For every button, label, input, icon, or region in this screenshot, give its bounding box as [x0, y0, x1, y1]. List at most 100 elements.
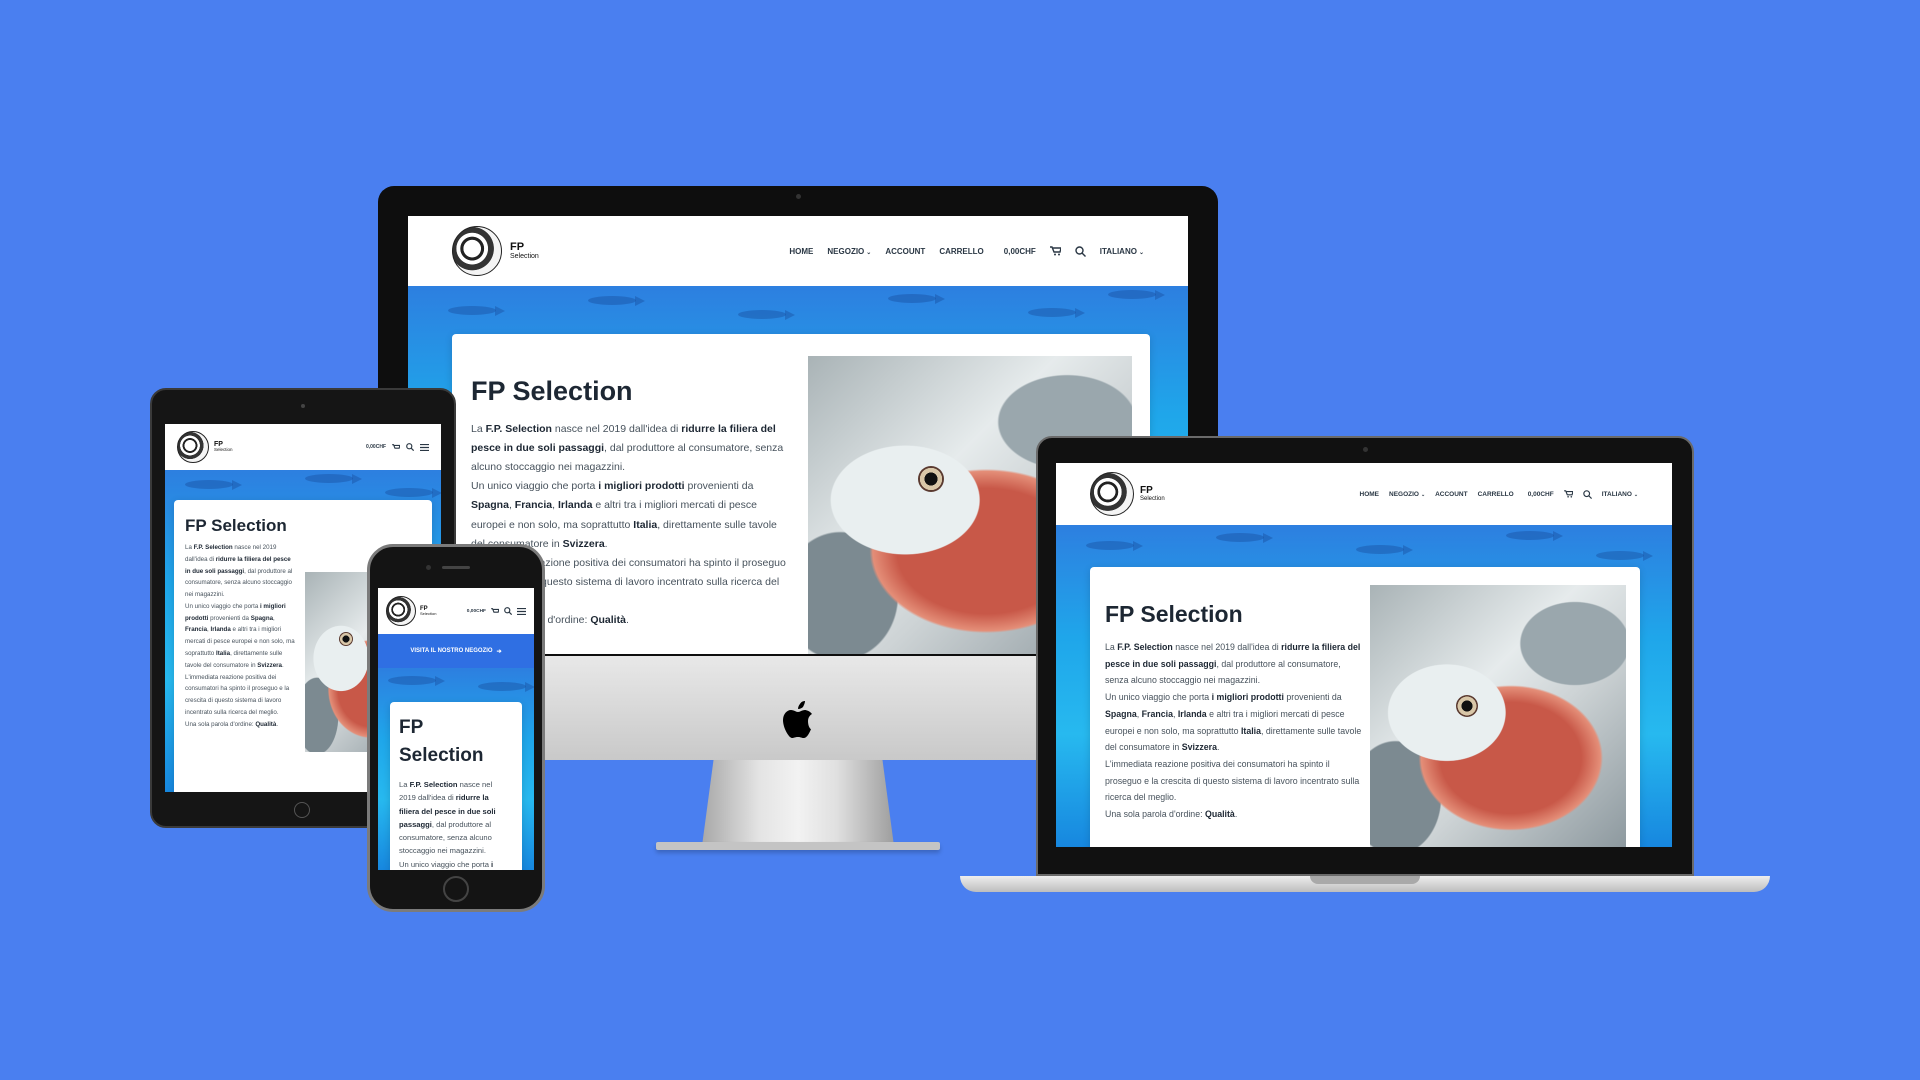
intro-text: La F.P. Selection nasce nel 2019 dall'id…	[185, 544, 295, 728]
site-header: FP Selection HOME NEGOZIO ⌄ ACCOUNT CARRE…	[1056, 463, 1672, 525]
language-selector[interactable]: ITALIANO ⌄	[1602, 491, 1638, 498]
language-label: ITALIANO	[1601, 490, 1632, 498]
menu-icon[interactable]	[517, 607, 526, 615]
fish-pattern	[1596, 551, 1653, 561]
logo-subtitle: Selection	[510, 253, 539, 260]
arrow-right-icon: ➔	[496, 648, 502, 655]
intro-text: La F.P. Selection nasce nel 2019 dall'id…	[399, 780, 496, 869]
pike-fish-logo-icon	[386, 596, 416, 626]
fish-pattern	[588, 296, 645, 306]
site-header: FP Selection HOME NEGOZIO ⌄ ACCOUNT CARRE…	[408, 216, 1188, 286]
cart-total[interactable]: 0,00CHF	[467, 609, 486, 614]
pike-fish-logo-icon	[1090, 472, 1134, 516]
fish-eye	[339, 632, 353, 646]
mobile-nav: 0,00CHF	[467, 607, 526, 615]
imac-stand	[702, 760, 894, 846]
search-icon[interactable]	[1582, 489, 1592, 499]
search-icon[interactable]	[504, 607, 512, 615]
phone-camera	[426, 565, 431, 570]
fish-pattern	[1356, 545, 1413, 555]
nav-account[interactable]: ACCOUNT	[1435, 491, 1468, 498]
mockup-canvas: { "site": { "logo": {"title": "FP", "sub…	[0, 0, 1920, 1080]
logo-title: FP	[510, 241, 525, 253]
nav-account[interactable]: ACCOUNT	[885, 247, 925, 256]
phone-screen: FP Selection 0,00CHF VISITA IL NOSTRO NE…	[378, 588, 534, 870]
language-selector[interactable]: ITALIANO ⌄	[1100, 247, 1144, 256]
nav-shop[interactable]: NEGOZIO ⌄	[1389, 491, 1425, 498]
cart-icon[interactable]	[1049, 246, 1061, 256]
nav-shop-label: NEGOZIO	[1389, 490, 1419, 498]
laptop-screen: FP Selection HOME NEGOZIO ⌄ ACCOUNT CARRE…	[1056, 463, 1672, 847]
phone-speaker	[442, 566, 470, 569]
site-logo[interactable]: FP Selection	[386, 596, 436, 626]
cart-total[interactable]: 0,00CHF	[366, 444, 386, 450]
site-logo[interactable]: FP Selection	[1090, 472, 1165, 516]
fish-pattern	[185, 480, 242, 490]
pike-fish-logo-icon	[452, 226, 502, 276]
main-nav: HOME NEGOZIO ⌄ ACCOUNT CARRELLO 0,00CHF I…	[1360, 489, 1638, 499]
fish-pattern	[1028, 308, 1085, 318]
page-title: FP Selection	[471, 376, 633, 406]
main-nav: HOME NEGOZIO ⌄ ACCOUNT CARRELLO 0,00CHF I…	[789, 245, 1144, 257]
nav-shop[interactable]: NEGOZIO ⌄	[827, 247, 871, 256]
site-header: FP Selection 0,00CHF	[378, 588, 534, 634]
page-title: FP Selection	[1105, 601, 1243, 627]
fish-pattern	[738, 310, 795, 320]
page-title: FP Selection	[185, 516, 287, 535]
fish-eye	[918, 466, 944, 492]
chevron-down-icon: ⌄	[866, 249, 872, 256]
fish-eye	[1456, 695, 1478, 717]
laptop-notch	[1310, 876, 1420, 884]
logo-title: FP	[1140, 485, 1153, 496]
visit-shop-label: VISITA IL NOSTRO NEGOZIO	[410, 648, 493, 654]
chevron-down-icon: ⌄	[1421, 492, 1426, 498]
logo-subtitle: Selection	[1140, 496, 1165, 502]
tablet-camera	[301, 404, 305, 408]
nav-home[interactable]: HOME	[1360, 491, 1380, 498]
nav-shop-label: NEGOZIO	[827, 246, 865, 256]
mobile-nav: 0,00CHF	[366, 443, 429, 451]
search-icon[interactable]	[1075, 245, 1086, 257]
fish-pattern	[888, 294, 945, 304]
cart-icon[interactable]	[1563, 490, 1573, 498]
fish-pattern	[388, 676, 445, 686]
intro-card: FP Selection La F.P. Selection nasce nel…	[1090, 567, 1640, 847]
fish-photo	[1370, 585, 1626, 847]
nav-cart[interactable]: CARRELLO	[1478, 491, 1514, 498]
logo-subtitle: Selection	[420, 611, 437, 616]
tablet-home-button[interactable]	[294, 802, 310, 818]
fish-pattern	[1216, 533, 1273, 543]
fish-pattern	[1086, 541, 1143, 551]
pike-fish-logo-icon	[177, 431, 209, 463]
intro-card: FP Selection La F.P. Selection nasce nel…	[390, 702, 522, 870]
fish-pattern	[1108, 290, 1165, 300]
cart-total[interactable]: 0,00CHF	[1528, 491, 1554, 498]
fish-pattern	[305, 474, 362, 484]
language-label: ITALIANO	[1099, 246, 1137, 256]
site-logo[interactable]: FP Selection	[177, 431, 233, 463]
logo-subtitle: Selection	[214, 447, 233, 453]
imac-base	[656, 842, 940, 850]
cart-icon[interactable]	[491, 607, 499, 615]
laptop-camera	[1363, 447, 1368, 452]
menu-icon[interactable]	[420, 443, 429, 451]
fish-pattern	[385, 488, 441, 498]
fish-pattern	[448, 306, 505, 316]
site-logo[interactable]: FP Selection	[452, 226, 539, 276]
search-icon[interactable]	[406, 443, 414, 451]
site-header: FP Selection 0,00CHF	[165, 424, 441, 470]
nav-cart[interactable]: CARRELLO	[939, 247, 983, 256]
fish-pattern	[478, 682, 534, 692]
fish-pattern	[1506, 531, 1563, 541]
cart-icon[interactable]	[392, 443, 400, 451]
nav-home[interactable]: HOME	[789, 247, 813, 256]
chevron-down-icon: ⌄	[1633, 492, 1638, 498]
page-title: FP Selection	[399, 717, 484, 766]
apple-logo-icon	[781, 700, 815, 740]
phone-home-button[interactable]	[443, 876, 469, 902]
intro-text: La F.P. Selection nasce nel 2019 dall'id…	[1105, 642, 1362, 820]
imac-camera	[796, 194, 801, 199]
cart-total[interactable]: 0,00CHF	[1004, 247, 1036, 256]
visit-shop-bar[interactable]: VISITA IL NOSTRO NEGOZIO ➔	[378, 634, 534, 668]
chevron-down-icon: ⌄	[1138, 249, 1144, 256]
